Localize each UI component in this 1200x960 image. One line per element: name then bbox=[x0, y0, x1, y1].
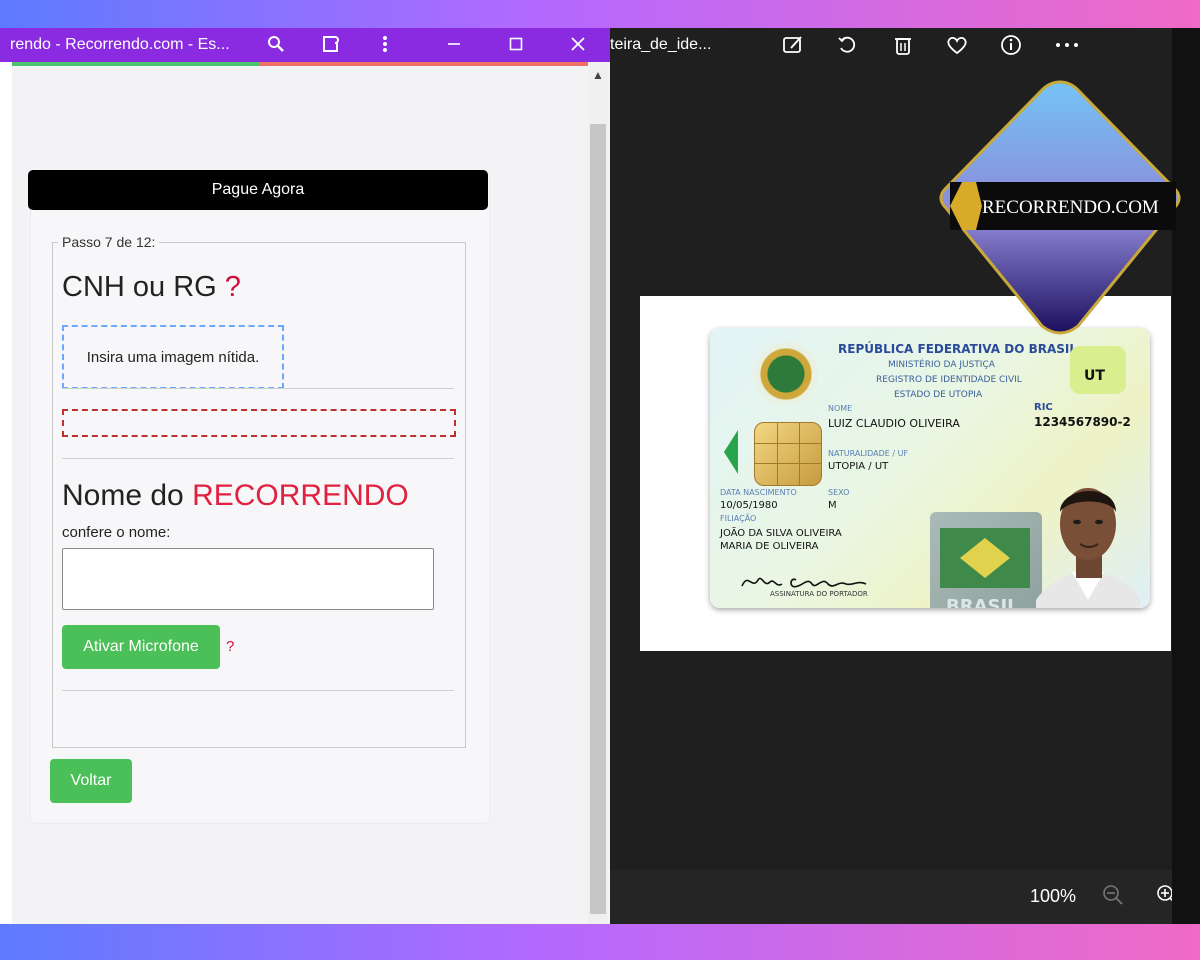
hologram-text: BRASIL bbox=[946, 596, 1019, 608]
step-indicator: Passo 7 de 12: bbox=[58, 234, 160, 250]
maximize-icon[interactable] bbox=[502, 30, 530, 58]
name-heading-prefix: Nome do bbox=[62, 479, 184, 512]
name-field-label: confere o nome: bbox=[62, 524, 171, 541]
zoom-out-icon[interactable] bbox=[1102, 884, 1124, 911]
brand-name: RECORRENDO bbox=[192, 479, 409, 512]
divider bbox=[62, 388, 454, 389]
page-edge bbox=[0, 62, 12, 924]
card-ric-label: RIC bbox=[1034, 402, 1053, 413]
back-button[interactable]: Voltar bbox=[50, 759, 132, 803]
trash-icon[interactable] bbox=[888, 30, 918, 60]
document-heading-text: CNH ou RG bbox=[62, 271, 217, 303]
card-country: REPÚBLICA FEDERATIVA DO BRASIL bbox=[838, 342, 1078, 356]
card-sex-label: SEXO bbox=[828, 488, 850, 497]
pay-now-button[interactable]: Pague Agora bbox=[28, 170, 488, 210]
logo-text: RECORRENDO.COM bbox=[982, 197, 1159, 218]
more-icon[interactable] bbox=[371, 30, 399, 58]
viewer-file-title: teira_de_ide... bbox=[610, 36, 712, 53]
card-registry: REGISTRO DE IDENTIDADE CIVIL bbox=[876, 375, 1022, 385]
form-progress-bar bbox=[12, 62, 588, 66]
info-icon[interactable] bbox=[996, 30, 1026, 60]
more-icon[interactable] bbox=[1052, 30, 1082, 60]
card-ric: 1234567890-2 bbox=[1034, 415, 1131, 429]
heart-icon[interactable] bbox=[942, 30, 972, 60]
browser-titlebar: rendo - Recorrendo.com - Es... bbox=[0, 28, 610, 62]
portrait-photo bbox=[1036, 488, 1140, 608]
card-mother: MARIA DE OLIVEIRA bbox=[720, 541, 819, 552]
card-filiation-label: FILIAÇÃO bbox=[720, 514, 757, 523]
progress-fill bbox=[12, 62, 260, 66]
document-heading: CNH ou RG ? bbox=[62, 271, 241, 304]
card-father: JOÃO DA SILVA OLIVEIRA bbox=[720, 528, 842, 539]
coat-of-arms-icon bbox=[754, 342, 818, 406]
state-badge-text: UT bbox=[1084, 368, 1105, 384]
card-name: LUIZ CLAUDIO OLIVEIRA bbox=[828, 417, 960, 430]
card-signature-label: ASSINATURA DO PORTADOR bbox=[770, 590, 868, 598]
upload-hint: Insira uma imagem nítida. bbox=[86, 348, 260, 366]
card-naturality: UTOPIA / UT bbox=[828, 461, 889, 472]
card-birth-label: DATA NASCIMENTO bbox=[720, 488, 797, 497]
scroll-up-icon[interactable]: ▲ bbox=[592, 68, 604, 82]
card-arrow-icon bbox=[724, 430, 738, 474]
scrollbar-thumb[interactable] bbox=[590, 124, 606, 914]
minimize-icon[interactable] bbox=[440, 30, 468, 58]
id-card-image: REPÚBLICA FEDERATIVA DO BRASIL MINISTÉRI… bbox=[710, 328, 1150, 608]
close-icon[interactable] bbox=[564, 30, 592, 58]
card-sex: M bbox=[828, 500, 837, 511]
search-icon[interactable] bbox=[262, 30, 290, 58]
divider bbox=[62, 458, 454, 459]
name-heading: Nome do RECORRENDO bbox=[62, 479, 409, 513]
card-birth: 10/05/1980 bbox=[720, 500, 778, 511]
browser-window: rendo - Recorrendo.com - Es... ▲ Pague A… bbox=[0, 28, 610, 924]
screen-frame: rendo - Recorrendo.com - Es... ▲ Pague A… bbox=[0, 28, 1200, 924]
activate-microphone-button[interactable]: Ativar Microfone bbox=[62, 625, 220, 669]
card-ministry: MINISTÉRIO DA JUSTIÇA bbox=[888, 360, 995, 370]
edit-image-icon[interactable] bbox=[778, 30, 808, 60]
card-chip-icon bbox=[754, 422, 822, 486]
zoom-level: 100% bbox=[1030, 886, 1077, 906]
card-state: ESTADO DE UTOPIA bbox=[894, 390, 983, 400]
scrollbar[interactable]: ▲ bbox=[588, 62, 608, 924]
name-input[interactable] bbox=[62, 548, 434, 610]
card-name-label: NOME bbox=[828, 404, 853, 413]
microphone-help-link[interactable]: ? bbox=[226, 638, 234, 655]
extensions-icon[interactable] bbox=[318, 30, 346, 58]
card-naturality-label: NATURALIDADE / UF bbox=[828, 449, 909, 458]
rotate-icon[interactable] bbox=[832, 30, 862, 60]
image-upload-dropzone[interactable]: Insira uma imagem nítida. bbox=[62, 325, 284, 389]
window-title: rendo - Recorrendo.com - Es... bbox=[10, 36, 230, 53]
divider bbox=[62, 690, 454, 691]
document-help-link[interactable]: ? bbox=[225, 271, 241, 303]
upload-preview-area bbox=[62, 409, 456, 437]
recorrendo-logo: RECORRENDO.COM bbox=[939, 80, 1181, 335]
